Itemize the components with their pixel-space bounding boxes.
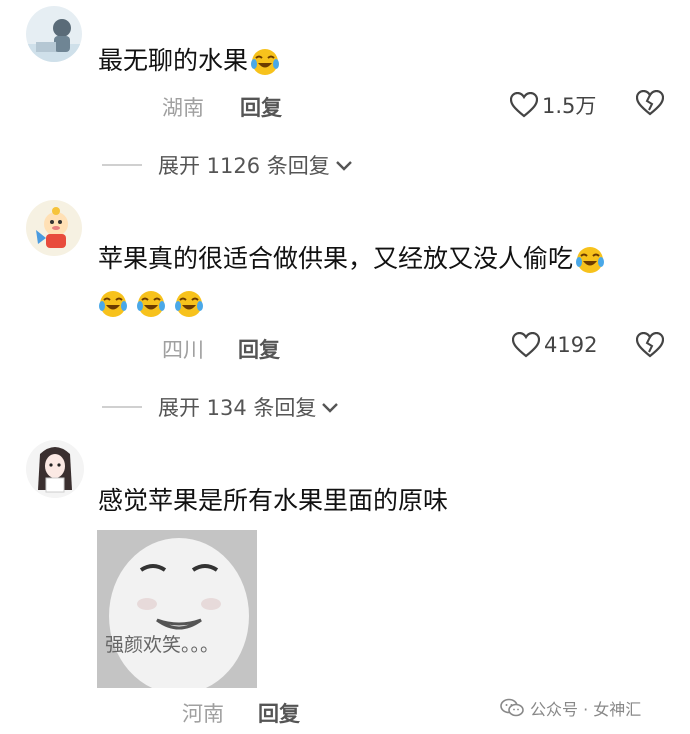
comment-location: 河南 xyxy=(182,702,224,726)
comment-emoji-row xyxy=(96,286,204,320)
divider xyxy=(102,164,142,166)
comment-location: 四川 xyxy=(162,338,204,362)
comment-text: 苹果真的很适合做供果，又经放又没人偷吃 xyxy=(98,242,605,276)
reply-button[interactable]: 回复 xyxy=(238,334,280,364)
expand-label: 展开 1126 条回复 xyxy=(158,154,330,178)
reply-button[interactable]: 回复 xyxy=(240,92,282,122)
expand-replies[interactable]: 展开 1126 条回复 xyxy=(102,150,354,180)
divider xyxy=(102,406,142,408)
watermark: 公众号 · 女神汇 xyxy=(500,696,641,720)
avatar[interactable] xyxy=(26,6,82,62)
sticker-image[interactable]: 强颜欢笑。。。 xyxy=(97,530,257,688)
expand-replies[interactable]: 展开 134 条回复 xyxy=(102,392,340,422)
like-count: 4192 xyxy=(544,333,598,357)
watermark-text: 公众号 · 女神汇 xyxy=(530,700,642,719)
chevron-down-icon xyxy=(322,403,339,413)
dislike-button[interactable] xyxy=(635,89,665,120)
dislike-button[interactable] xyxy=(635,331,665,362)
avatar[interactable] xyxy=(26,200,82,256)
laughing-crying-emoji-icon xyxy=(575,245,605,275)
laughing-crying-emoji-icon xyxy=(250,47,280,77)
laughing-crying-emoji-icon xyxy=(136,289,166,319)
broken-heart-icon xyxy=(635,331,665,358)
comment-location: 湖南 xyxy=(162,96,204,120)
heart-outline-icon xyxy=(510,92,538,118)
comment-text: 感觉苹果是所有水果里面的原味 xyxy=(98,486,449,515)
like-count: 1.5万 xyxy=(542,94,597,118)
chevron-down-icon xyxy=(335,161,352,171)
like-button[interactable]: 1.5万 xyxy=(510,90,596,120)
comment-text: 最无聊的水果 xyxy=(98,44,280,78)
laughing-crying-emoji-icon xyxy=(98,289,128,319)
laughing-crying-emoji-icon xyxy=(174,289,204,319)
like-button[interactable]: 4192 xyxy=(512,332,597,358)
sticker-caption: 强颜欢笑。。。 xyxy=(105,634,220,656)
heart-outline-icon xyxy=(512,332,540,358)
avatar[interactable] xyxy=(26,440,84,498)
wechat-logo-icon xyxy=(500,698,524,717)
broken-heart-icon xyxy=(635,89,665,116)
reply-button[interactable]: 回复 xyxy=(258,698,300,728)
expand-label: 展开 134 条回复 xyxy=(158,396,317,420)
